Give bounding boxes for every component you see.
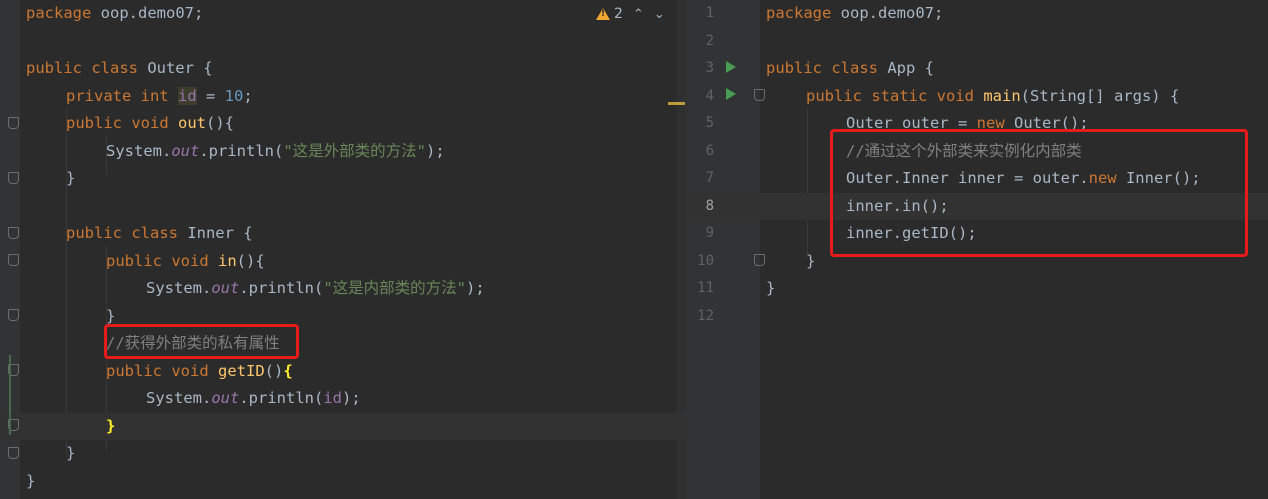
fold-icon[interactable] — [754, 89, 765, 101]
code-line[interactable]: public void getID(){ — [0, 358, 685, 386]
code-line[interactable]: System.out.println("这是外部类的方法"); — [0, 138, 685, 166]
code-line[interactable]: private int id = 10; — [0, 83, 685, 111]
code-line[interactable]: } — [0, 468, 685, 496]
code-line[interactable]: 2 — [688, 28, 1268, 56]
fold-icon[interactable] — [754, 254, 765, 266]
right-editor[interactable]: 1 package oop.demo07; 2 3 public class App… — [688, 0, 1268, 499]
fold-icon[interactable] — [8, 447, 19, 459]
code-line[interactable]: System.out.println(id); — [0, 385, 685, 413]
left-editor[interactable]: 2 ⌃ ⌄ package oop.demo07; public class O… — [0, 0, 685, 499]
code-line-current[interactable]: } — [0, 412, 685, 440]
fold-icon[interactable] — [8, 117, 19, 129]
run-main-icon[interactable] — [726, 88, 736, 100]
code-line[interactable]: public class Outer { — [0, 55, 685, 83]
code-line[interactable]: public void out(){ — [0, 110, 685, 138]
fold-icon[interactable] — [8, 309, 19, 321]
code-line[interactable]: //获得外部类的私有属性 — [0, 330, 685, 358]
annotation-box — [104, 324, 299, 359]
code-line[interactable]: } — [0, 440, 685, 468]
code-line[interactable]: 12 — [688, 303, 1268, 331]
fold-icon[interactable] — [8, 227, 19, 239]
code-line[interactable]: System.out.println("这是内部类的方法"); — [0, 275, 685, 303]
run-class-icon[interactable] — [726, 61, 736, 73]
code-line[interactable]: 3 public class App { — [688, 55, 1268, 83]
code-line[interactable]: package oop.demo07; — [0, 0, 685, 28]
change-marker — [9, 355, 11, 435]
code-line[interactable]: 4 public static void main(String[] args) … — [688, 83, 1268, 111]
code-line[interactable]: } — [0, 303, 685, 331]
fold-icon[interactable] — [8, 254, 19, 266]
fold-icon[interactable] — [8, 172, 19, 184]
code-line[interactable]: public void in(){ — [0, 248, 685, 276]
code-line[interactable]: } — [0, 165, 685, 193]
code-line[interactable]: 1 package oop.demo07; — [688, 0, 1268, 28]
code-line[interactable]: public class Inner { — [0, 220, 685, 248]
annotation-box — [830, 129, 1248, 257]
code-line[interactable]: 11} — [688, 275, 1268, 303]
